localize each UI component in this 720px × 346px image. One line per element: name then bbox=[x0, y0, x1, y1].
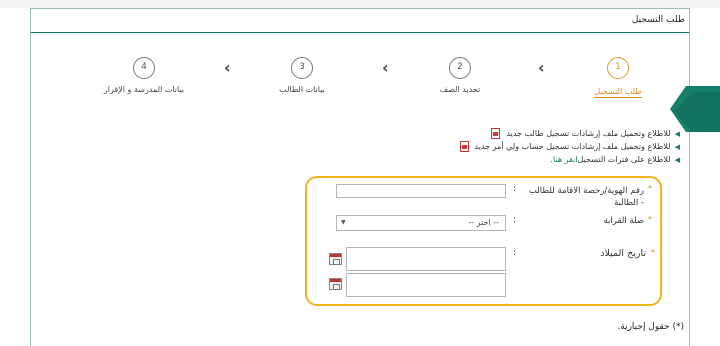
parent-guide-text: للاطلاع وتحميل ملف إرشادات تسجيل حساب ول… bbox=[474, 142, 671, 151]
step-4-number: 4 bbox=[133, 57, 155, 79]
parent-guide-link[interactable]: ◀ للاطلاع وتحميل ملف إرشادات تسجيل حساب … bbox=[459, 140, 680, 153]
bullet-arrow-icon: ◀ bbox=[674, 142, 680, 151]
step-1[interactable]: 1 طلب التسجيل bbox=[563, 57, 673, 98]
periods-text: للاطلاع على فترات التسجيل bbox=[577, 155, 671, 164]
calendar-icon[interactable] bbox=[329, 278, 342, 290]
birthdate-label: تاريخ الميلاد bbox=[600, 248, 646, 259]
step-4-label: بيانات المدرسة و الإقرار bbox=[103, 85, 185, 94]
panel-title-bar: طلب التسجيل bbox=[31, 9, 689, 33]
step-3-label: بيانات الطالب bbox=[279, 85, 325, 94]
birthdate-gregorian-input[interactable] bbox=[346, 273, 506, 297]
pdf-icon[interactable] bbox=[459, 141, 469, 152]
periods-link[interactable]: انقر هنا. bbox=[550, 155, 577, 164]
periods-row: ◀ للاطلاع على فترات التسجيل انقر هنا. bbox=[460, 153, 680, 166]
relation-select[interactable]: -- اختر -- ▼ bbox=[336, 215, 506, 231]
chevron-left-icon: ‹ bbox=[224, 58, 231, 77]
step-2[interactable]: 2 تحديد الصف bbox=[405, 57, 515, 94]
step-1-label: طلب التسجيل bbox=[594, 87, 642, 98]
top-strip bbox=[0, 0, 720, 8]
calendar-icon[interactable] bbox=[329, 253, 342, 265]
required-mark: * bbox=[648, 184, 652, 193]
student-guide-link[interactable]: ◀ للاطلاع وتحميل ملف إرشادات تسجيل طالب … bbox=[460, 127, 680, 140]
required-fields-note: (*) حقول إجبارية. bbox=[617, 322, 684, 332]
student-guide-text: للاطلاع وتحميل ملف إرشادات تسجيل طالب جد… bbox=[506, 129, 671, 138]
dropdown-arrow-icon: ▼ bbox=[341, 219, 346, 226]
step-3-number: 3 bbox=[291, 57, 313, 79]
colon: : bbox=[513, 215, 517, 225]
chevron-left-icon: ‹ bbox=[382, 58, 389, 77]
pdf-icon[interactable] bbox=[491, 128, 501, 139]
relation-label: صلة القرابة bbox=[603, 216, 644, 226]
birthdate-hijri-input[interactable] bbox=[346, 247, 506, 271]
step-1-number: 1 bbox=[607, 57, 629, 79]
required-mark: * bbox=[648, 215, 652, 224]
page-title: طلب التسجيل bbox=[631, 15, 685, 25]
bullet-arrow-icon: ◀ bbox=[674, 155, 680, 164]
required-mark: * bbox=[651, 248, 655, 257]
step-3[interactable]: 3 بيانات الطالب bbox=[247, 57, 357, 94]
guide-links: ◀ للاطلاع وتحميل ملف إرشادات تسجيل طالب … bbox=[459, 127, 680, 166]
step-2-label: تحديد الصف bbox=[439, 85, 481, 94]
step-2-number: 2 bbox=[449, 57, 471, 79]
bullet-arrow-icon: ◀ bbox=[674, 129, 680, 138]
step-4[interactable]: 4 بيانات المدرسة و الإقرار bbox=[89, 57, 199, 94]
colon: : bbox=[513, 248, 517, 258]
id-label: رقم الهوية/رخصة الاقامة للطالب - الطالبة bbox=[528, 186, 644, 208]
id-input[interactable] bbox=[336, 184, 506, 198]
chevron-left-icon: ‹ bbox=[538, 58, 545, 77]
relation-selected-value: -- اختر -- bbox=[468, 218, 499, 227]
colon: : bbox=[513, 184, 517, 194]
